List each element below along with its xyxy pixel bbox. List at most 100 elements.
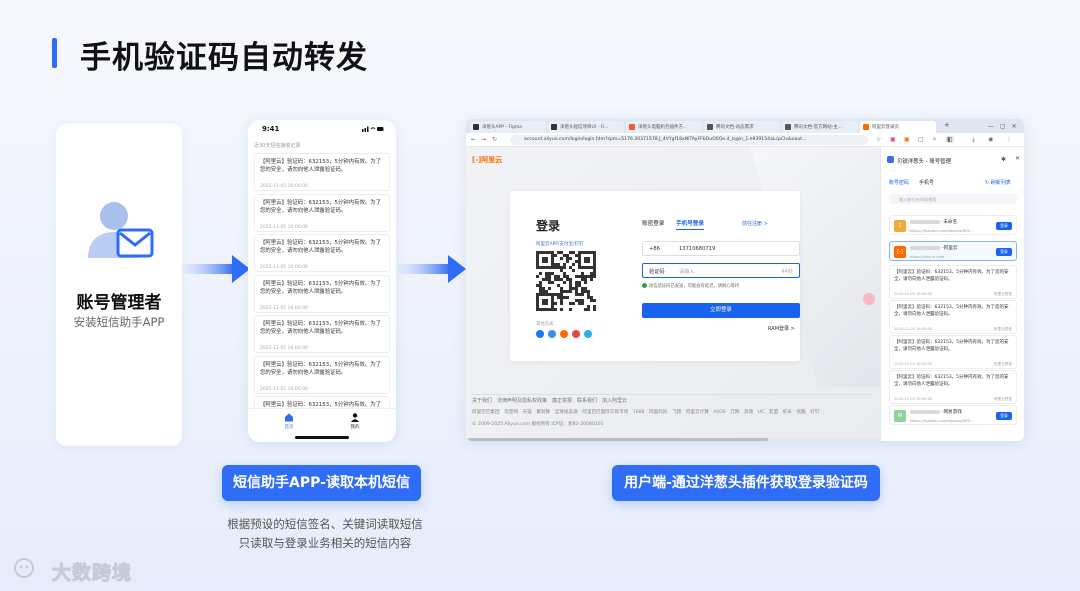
tab-mine[interactable]: 我的 [340,413,370,430]
close-icon[interactable]: ✕ [1015,155,1020,162]
tab-phone-login[interactable]: 手机号登录 [676,219,704,230]
sms-list-item[interactable]: 【阿里云】验证码：632153，5分钟内有效。为了您的安全，请勿向他人泄露验证码… [254,315,390,353]
extension-icon[interactable]: ▢ [918,136,924,143]
account-item[interactable]: [-] -阿里云 https://aliyun.com 登录 [889,241,1017,261]
extension-sidepanel: 贝锐洋葱头 - 账号管理 ✱ ✕ 账号密码 手机号 ↻ 刷新列表 输入账号名/网… [880,147,1024,441]
taobao-icon[interactable] [548,330,556,338]
floating-assistant-handle[interactable] [863,293,875,305]
puzzle-icon[interactable]: ✧ [932,136,937,143]
app-label-pill: 短信助手APP-读取本机短信 [222,465,421,501]
account-login-button[interactable]: 登录 [996,412,1012,420]
login-submit-button[interactable]: 立即登录 [642,303,800,318]
address-bar-row: ← → ↻ account.aliyun.com/login/login.htm… [466,133,1024,147]
account-name: ·网易游戏 [910,409,962,415]
browser-tab[interactable]: 阿里云登录页 [860,121,936,133]
window-controls[interactable]: — ▢ ✕ [988,121,1017,130]
tab-label: 阿里云登录页 [872,125,899,130]
footer-sites[interactable]: 阿里巴巴集团 淘宝网 天猫 聚划算 全球速卖通 阿里巴巴国际交易市场 1688 … [472,409,819,415]
browser-tab[interactable]: 洋葱头电脑机包插件方... [626,121,702,133]
user-mail-icon [88,202,154,258]
alipay-icon[interactable] [536,330,544,338]
account-search-input[interactable]: 输入账号名/网站搜索 [889,194,1017,204]
tab-label: 洋葱头APP - Figma [482,125,522,130]
aliyun-logo[interactable]: [-]阿里云 [472,155,502,165]
sms-list-item[interactable]: 【阿里云】验证码：632153，5分钟内有效。为了您的安全，请勿向他人泄露验证码… [254,274,390,313]
tab-home[interactable]: 首页 [274,413,304,430]
sms-time: 2025-11-05 16:00:00 [260,224,308,230]
star-icon[interactable]: ☆ [876,136,881,143]
sms-time: 2025-11-05 16:00:00 [894,327,933,331]
refresh-list-button[interactable]: ↻ 刷新列表 [985,179,1011,186]
sms-text: 【阿里云】验证码：632153，5分钟内有效。为了您的安全，请勿向他人泄露验证码… [260,280,382,295]
tab-phone-number[interactable]: 手机号 [919,179,934,186]
register-link[interactable]: 前往注册 > [742,220,768,227]
sms-list-item[interactable]: 【阿里云】验证码：632153，5分钟内有效。为了您的安全，请勿向他人泄露验证码… [254,355,390,394]
sms-list-item[interactable]: 【阿里云】验证码：632153，5分钟内有效。为了您的安全，请勿向他人泄露验证码… [254,193,390,232]
sms-history-header: 近30天短信接收记录 [254,143,301,149]
menu-icon[interactable]: ⋮ [1006,136,1012,143]
sms-sent-notice: 短信验证码已发送，可能会有延迟，请耐心等待 [642,283,739,289]
browser-tabstrip: 洋葱头APP - Figma 洋葱头短信项目UI - Fi... 洋葱头电脑机包插件… [466,119,1024,133]
page-title: 手机验证码自动转发 [80,40,368,76]
sms-time: 2025-11-05 16:00:00 [894,362,933,366]
dingtalk-icon[interactable] [584,330,592,338]
aliyun-app-icon[interactable] [560,330,568,338]
sms-text: 【阿里云】验证码：632153，5分钟内有效。为了您的安全，请勿向他人泄露验证码… [260,240,382,254]
extension-icon[interactable]: ▣ [904,136,910,143]
aliyun-login-page: [-]阿里云 登录 阿里云APP/支付宝/钉钉 其他方式 账密登录 手机号登录 … [466,147,880,441]
extension-icon[interactable]: ▣ [890,136,896,143]
reload-icon[interactable]: ↻ [492,136,497,143]
weibo-icon[interactable] [572,330,580,338]
sms-source-tag: 阿里云短信 [994,362,1012,366]
phone-field[interactable]: +86 13710680719 [642,241,800,256]
new-tab-button[interactable]: + [944,121,950,129]
sidepanel-sms-item[interactable]: 【阿里云】验证码：632153，5分钟内有效。为了您的安全，请勿向他人泄露验证码… [889,370,1017,404]
tab-home-label: 首页 [284,425,294,430]
sidepanel-sms-item[interactable]: 【阿里云】验证码：632153，5分钟内有效。为了您的安全，请勿向他人泄露验证码… [889,335,1017,369]
person-icon [351,413,359,422]
profile-icon[interactable]: ◉ [988,136,993,143]
browser-tab[interactable]: 腾讯文档-动态需求 [704,121,780,133]
back-icon[interactable]: ← [471,136,476,143]
url-field[interactable]: account.aliyun.com/login/login.htm?spm=5… [510,135,868,145]
flow-arrow-icon [398,255,466,283]
account-item[interactable]: M ·网易游戏 https://fuzetan.com/boards/909... 登… [889,405,1017,425]
browser-tab[interactable]: 洋葱头APP - Figma [470,121,546,133]
ram-login-link[interactable]: RAM登录 > [768,325,795,332]
download-icon[interactable]: ⤓ [972,136,975,144]
sms-list-item[interactable]: 【阿里云】验证码：632153，5分钟内有效。为了您的安全，请勿向他人泄露验证码… [254,234,390,272]
browser-tab[interactable]: 腾讯文档-官方网站-主... [782,121,858,133]
favicon-icon [551,124,557,130]
sidepanel-sms-item[interactable]: 【阿里云】验证码：632153，5分钟内有效。为了您的安全，请勿向他人泄露验证码… [889,265,1017,299]
browser-tab[interactable]: 洋葱头短信项目UI - Fi... [548,121,624,133]
country-code[interactable]: +86 [649,246,660,252]
description-line-1: 根据预设的短信签名、关键词读取短信 [227,517,423,531]
countdown-timer: 44秒 [781,269,793,275]
sms-time: 2025-11-05 16:00:00 [260,305,308,311]
admin-card: 账号管理者 安装短信助手APP [56,124,182,446]
sms-source-tag: 阿里云短信 [994,292,1012,296]
pin-icon[interactable]: ✱ [1001,156,1006,163]
scrollbar-thumb[interactable] [468,438,768,441]
sms-list-item[interactable]: 【阿里云】验证码：632153，5分钟内有效。为了您的安全，请勿向他人泄露验证码… [254,153,390,191]
sidepanel-toggle-icon[interactable]: ◧ [946,136,954,143]
account-login-button[interactable]: 登录 [996,222,1012,230]
footer-copyright: © 2009-2025 Aliyun.com 版权所有 ICP证：浙B2-200… [472,422,604,427]
tab-account-password[interactable]: 账号密码 [889,179,909,186]
sidepanel-sms-item[interactable]: 【阿里云】验证码：632153，5分钟内有效。为了您的安全，请勿向他人泄露验证码… [889,300,1017,334]
brand-logo-icon [14,558,34,578]
sms-time: 2025-11-05 16:00:00 [260,346,308,351]
account-item[interactable]: 1 ·未命名 https://fuzetan.com/boards/909... 登录 [889,215,1017,235]
sidepanel-title: 贝锐洋葱头 - 账号管理 [897,159,951,165]
masked-account [910,409,940,414]
refresh-label: 刷新列表 [990,180,1011,186]
account-login-button[interactable]: 登录 [996,248,1012,256]
favicon-icon [707,124,713,130]
tab-account-login[interactable]: 账密登录 [642,219,664,227]
forward-icon[interactable]: → [481,136,486,143]
account-name: ·未命名 [910,219,957,225]
phone-number-value: 13710680719 [679,246,716,252]
sms-code-field[interactable]: 验证码 请输入 44秒 [642,263,800,278]
footer-links[interactable]: 关于我们 法律声明及隐私权政策 廉正举报 联系我们 加入阿里云 [472,397,627,404]
tab-label: 洋葱头短信项目UI - Fi... [560,125,609,130]
